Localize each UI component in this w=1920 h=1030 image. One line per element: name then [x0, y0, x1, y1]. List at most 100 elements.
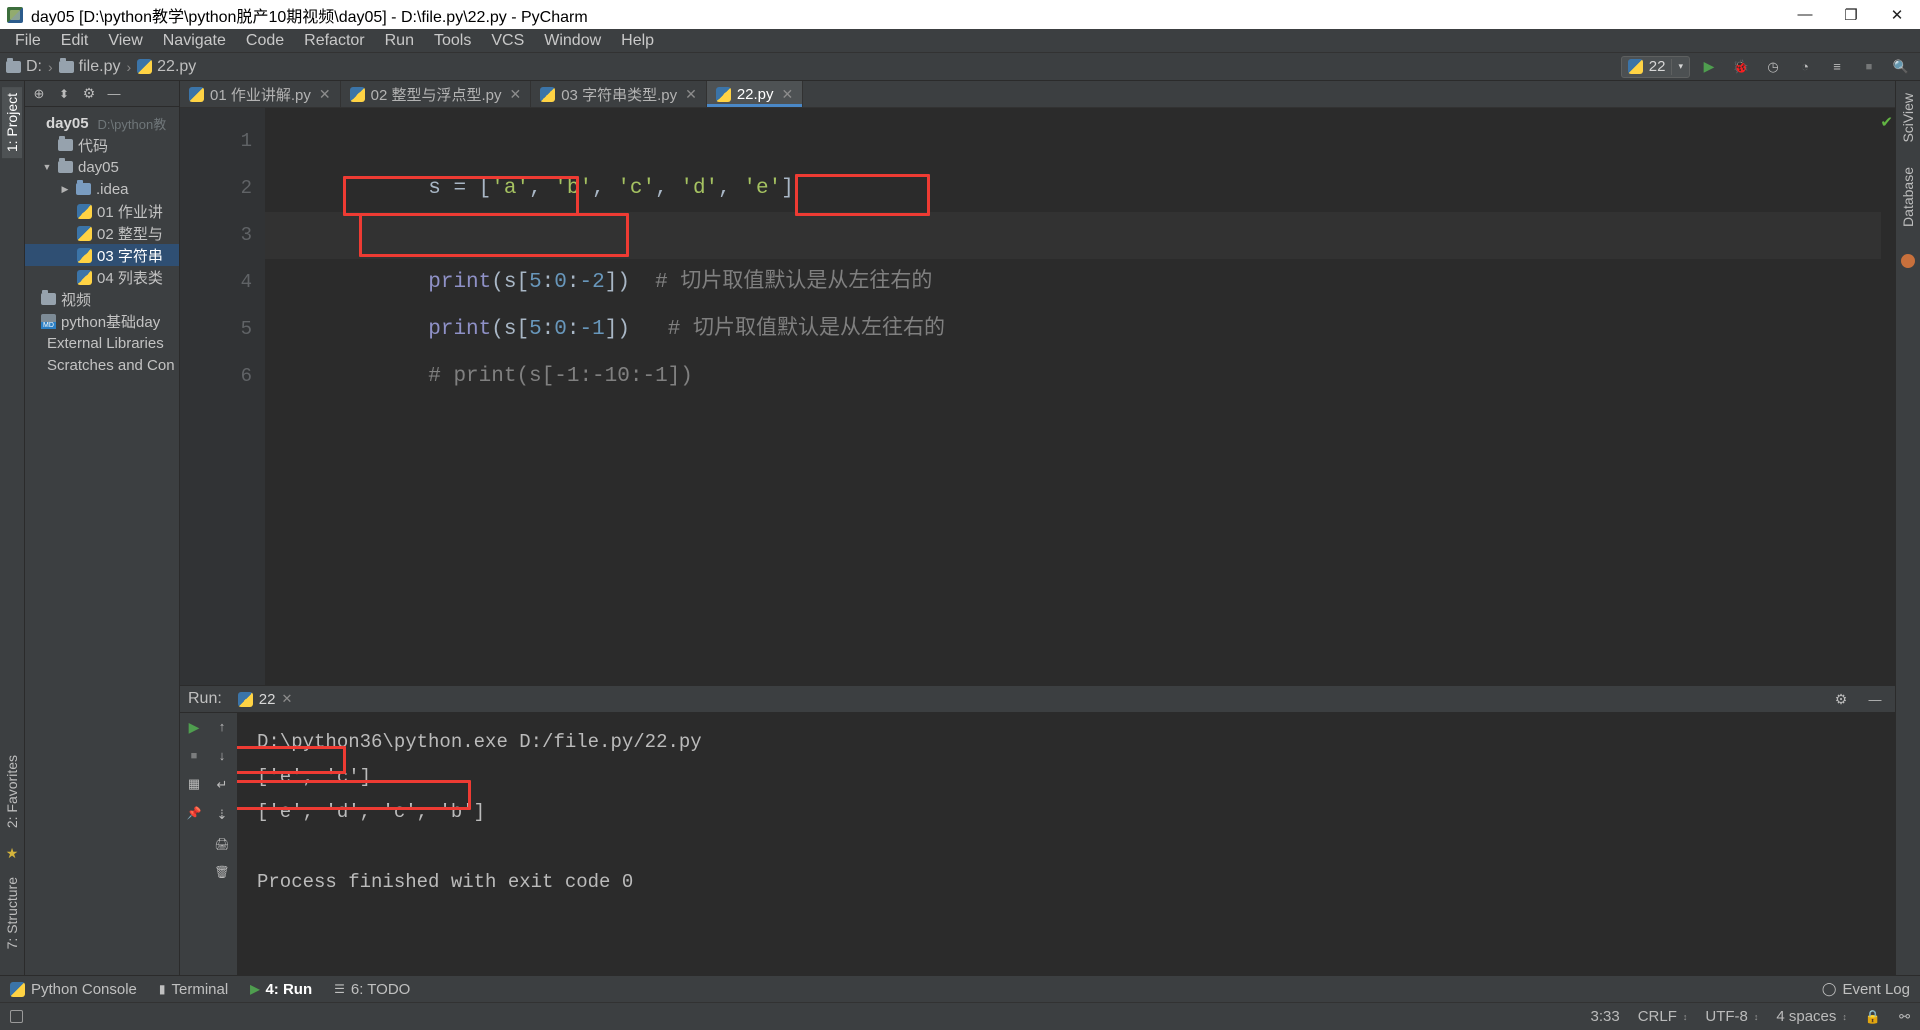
breadcrumb-item-drive[interactable]: D: [6, 57, 42, 76]
caret-position[interactable]: 3:33 [1590, 1008, 1619, 1025]
console-line-output-1: ['e', 'c'] [257, 766, 372, 788]
tool-tab-sciview[interactable]: SciView [1898, 87, 1918, 149]
tree-item-scratches[interactable]: Scratches and Con [25, 354, 179, 376]
close-icon[interactable]: ✕ [281, 691, 292, 707]
tree-item-shipin[interactable]: 视频 [25, 288, 179, 310]
editor-tab-03[interactable]: 03 字符串类型.py ✕ [531, 81, 707, 107]
indent-selector[interactable]: 4 spaces ↕ [1776, 1008, 1847, 1025]
breadcrumb-separator-1: › [48, 58, 53, 75]
maximize-button[interactable]: ❐ [1828, 0, 1874, 29]
tool-tab-database[interactable]: Database [1898, 161, 1918, 233]
python-file-icon [77, 203, 92, 219]
locate-button[interactable]: ⊕ [27, 83, 51, 105]
menu-refactor[interactable]: Refactor [295, 30, 373, 52]
breadcrumb: D: › file.py › 22.py [6, 57, 196, 76]
menu-vcs[interactable]: VCS [482, 30, 533, 52]
close-icon[interactable]: ✕ [782, 86, 794, 103]
run-panel-title: Run: [188, 690, 222, 707]
folder-icon [58, 57, 74, 73]
tree-item-external-libraries[interactable]: External Libraries [25, 332, 179, 354]
scroll-down-button[interactable]: ↓ [219, 748, 226, 763]
tree-item-day05-root[interactable]: day05 D:\python教 [25, 112, 179, 134]
editor-tab-01[interactable]: 01 作业讲解.py ✕ [180, 81, 341, 107]
tree-item-file-04[interactable]: 04 列表类 [25, 266, 179, 288]
tree-item-file-03[interactable]: 03 字符串 [25, 244, 179, 266]
debug-button[interactable]: 🐞 [1728, 55, 1754, 79]
pin-tab-button[interactable]: 📌 [187, 806, 202, 820]
menu-edit[interactable]: Edit [52, 30, 98, 52]
tree-item-daima[interactable]: 代码 [25, 134, 179, 156]
minimize-button[interactable]: — [1782, 0, 1828, 29]
code-text-area[interactable]: s = ['a', 'b', 'c', 'd', 'e'] # print(s[… [265, 108, 1881, 685]
editor-tab-02[interactable]: 02 整型与浮点型.py ✕ [341, 81, 532, 107]
hide-run-panel-button[interactable]: — [1863, 688, 1887, 710]
status-tab-terminal[interactable]: ▮ Terminal [159, 981, 228, 998]
menu-file[interactable]: File [6, 30, 50, 52]
menu-window[interactable]: Window [535, 30, 610, 52]
twisty-expanded-icon[interactable]: ▼ [41, 162, 53, 172]
close-icon[interactable]: ✕ [685, 86, 697, 103]
menu-view[interactable]: View [99, 30, 151, 52]
tree-item-markdown[interactable]: MD python基础day [25, 310, 179, 332]
run-settings-button[interactable]: ⚙ [1829, 688, 1853, 710]
tool-tab-project[interactable]: 1: Project [2, 87, 22, 159]
favorites-star-icon[interactable]: ★ [4, 845, 20, 861]
rerun-button[interactable]: ▶ [189, 719, 200, 736]
breadcrumb-item-folder[interactable]: file.py [58, 57, 120, 76]
clear-all-button[interactable]: 🗑 [214, 865, 229, 879]
scroll-to-end-button[interactable]: ⇣ [217, 807, 228, 823]
hide-project-panel-button[interactable]: — [102, 83, 126, 105]
stop-button[interactable]: ■ [191, 750, 198, 762]
collapse-all-button[interactable]: ⬍ [52, 83, 76, 105]
soft-wrap-button[interactable]: ↵ [217, 777, 228, 793]
right-tool-strip: SciView Database [1895, 81, 1920, 975]
tree-path-label: D:\python教 [97, 116, 167, 132]
tool-tab-structure[interactable]: 7: Structure [2, 871, 22, 955]
tree-item-file-02[interactable]: 02 整型与 [25, 222, 179, 244]
menu-code[interactable]: Code [237, 30, 293, 52]
attach-button[interactable]: ≡ [1824, 55, 1850, 79]
line-number: 3 [240, 224, 252, 246]
editor-tab-22[interactable]: 22.py ✕ [706, 81, 804, 107]
encoding-selector[interactable]: UTF-8 ↕ [1705, 1008, 1758, 1025]
lock-icon[interactable]: 🔒 [1865, 1009, 1881, 1025]
stop-button[interactable]: ■ [1856, 55, 1882, 79]
menu-tools[interactable]: Tools [425, 30, 480, 52]
tree-item-day05[interactable]: ▼ day05 [25, 156, 179, 178]
search-everywhere-button[interactable]: 🔍 [1888, 55, 1914, 79]
inspection-marker-gutter[interactable]: ✔ [1880, 108, 1895, 685]
status-tab-run[interactable]: ▶ 4: Run [250, 981, 312, 998]
chevron-down-icon: ▾ [1678, 61, 1683, 71]
notification-dot-icon [1901, 254, 1915, 269]
gear-icon: ⚙ [1834, 690, 1848, 707]
twisty-collapsed-icon[interactable]: ▶ [59, 184, 71, 195]
run-panel-body: ▶ ■ ▦ 📌 ↑ ↓ ↵ ⇣ 🖨 🗑 D:\python36\python.e… [180, 713, 1895, 975]
breadcrumb-item-file[interactable]: 22.py [137, 58, 196, 76]
run-tab-22[interactable]: 22 ✕ [232, 689, 299, 710]
run-configuration-selector[interactable]: 22 ▾ [1620, 55, 1690, 78]
code-editor[interactable]: 1 2 3 4 5 6 s = ['a', 'b', 'c', 'd', 'e'… [180, 108, 1895, 685]
tree-item-file-01[interactable]: 01 作业讲 [25, 200, 179, 222]
run-coverage-button[interactable]: ◷ [1760, 55, 1786, 79]
os-taskbar-button[interactable] [10, 1010, 23, 1023]
project-settings-button[interactable]: ⚙ [77, 83, 101, 105]
scroll-up-button[interactable]: ↑ [219, 719, 226, 734]
status-tab-todo[interactable]: ☰ 6: TODO [334, 981, 410, 998]
branch-icon[interactable]: ⚯ [1899, 1009, 1910, 1025]
tree-item-idea[interactable]: ▶ .idea [25, 178, 179, 200]
status-tab-python-console[interactable]: Python Console [10, 981, 137, 998]
menu-run[interactable]: Run [376, 30, 423, 52]
show-variables-button[interactable]: ▦ [188, 776, 200, 792]
close-icon[interactable]: ✕ [509, 86, 521, 103]
menu-navigate[interactable]: Navigate [154, 30, 235, 52]
menu-help[interactable]: Help [612, 30, 663, 52]
close-icon[interactable]: ✕ [319, 86, 331, 103]
run-button[interactable]: ▶ [1696, 55, 1722, 79]
line-separator-selector[interactable]: CRLF ↕ [1638, 1008, 1688, 1025]
print-button[interactable]: 🖨 [214, 837, 229, 851]
console-output[interactable]: D:\python36\python.exe D:/file.py/22.py … [237, 713, 1895, 975]
profile-button[interactable]: ◔ [1792, 55, 1818, 79]
close-button[interactable]: ✕ [1874, 0, 1920, 29]
tool-tab-favorites[interactable]: 2: Favorites [2, 749, 22, 834]
event-log-button[interactable]: ◯ Event Log [1822, 981, 1910, 998]
